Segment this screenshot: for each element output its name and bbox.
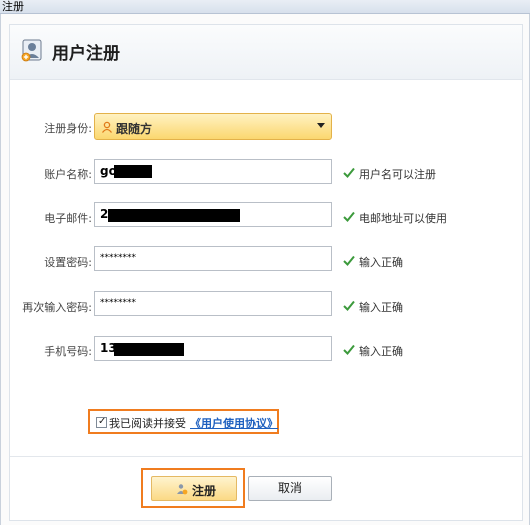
submit-label: 注册 [192,484,217,498]
agreement-text: 我已阅读并接受 [109,417,186,430]
password-confirm-input[interactable]: ******** [94,291,332,316]
account-hint-text: 用户名可以注册 [359,168,436,181]
phone-input[interactable]: 13 [94,336,332,361]
window-titlebar: 注册 [0,0,530,14]
password-value: ******** [100,253,136,263]
password-hint: 输入正确 [343,254,403,270]
email-hint-text: 电邮地址可以使用 [359,212,447,225]
chevron-down-icon [317,123,325,128]
account-input[interactable]: go [94,159,332,184]
submit-button[interactable]: 注册 [151,476,237,501]
agreement-row: ✓ 我已阅读并接受 《用户使用协议》 [88,409,279,434]
check-icon [343,255,355,266]
email-input[interactable]: 2 [94,202,332,227]
account-label: 账户名称: [44,168,92,181]
phone-hint: 输入正确 [343,343,403,359]
user-add-icon [177,484,188,495]
user-register-icon [21,39,42,62]
password-label: 设置密码: [44,256,92,269]
person-icon [101,121,113,133]
email-hint: 电邮地址可以使用 [343,210,447,226]
account-hint: 用户名可以注册 [343,166,436,182]
divider [10,456,522,457]
check-icon [343,211,355,222]
password-hint-text: 输入正确 [359,256,403,269]
phone-hint-text: 输入正确 [359,345,403,358]
register-panel: 用户注册 注册身份: 跟随方 账户名称: go 用户名可以注册 电子邮件: 2 … [9,24,523,521]
role-label: 注册身份: [44,122,92,135]
check-icon [343,300,355,311]
email-label: 电子邮件: [44,212,92,225]
dialog-header: 用户注册 [10,25,522,80]
check-icon [343,344,355,355]
checkmark-icon: ✓ [98,416,107,427]
password-confirm-value: ******** [100,298,136,308]
window-title: 注册 [2,0,24,13]
role-value: 跟随方 [116,122,153,136]
password-confirm-label: 再次输入密码: [22,301,92,314]
check-icon [343,167,355,178]
redaction [114,343,184,356]
agreement-link[interactable]: 《用户使用协议》 [190,415,278,431]
phone-label: 手机号码: [44,345,92,358]
page-title: 用户注册 [52,44,120,64]
redaction [114,165,152,178]
role-select[interactable]: 跟随方 [94,113,332,140]
password-confirm-hint: 输入正确 [343,299,403,315]
password-confirm-hint-text: 输入正确 [359,301,403,314]
cancel-button[interactable]: 取消 [248,476,332,501]
redaction [108,209,240,222]
register-window: 用户注册 注册身份: 跟随方 账户名称: go 用户名可以注册 电子邮件: 2 … [0,14,530,525]
password-input[interactable]: ******** [94,246,332,271]
agreement-checkbox[interactable]: ✓ [96,416,107,428]
